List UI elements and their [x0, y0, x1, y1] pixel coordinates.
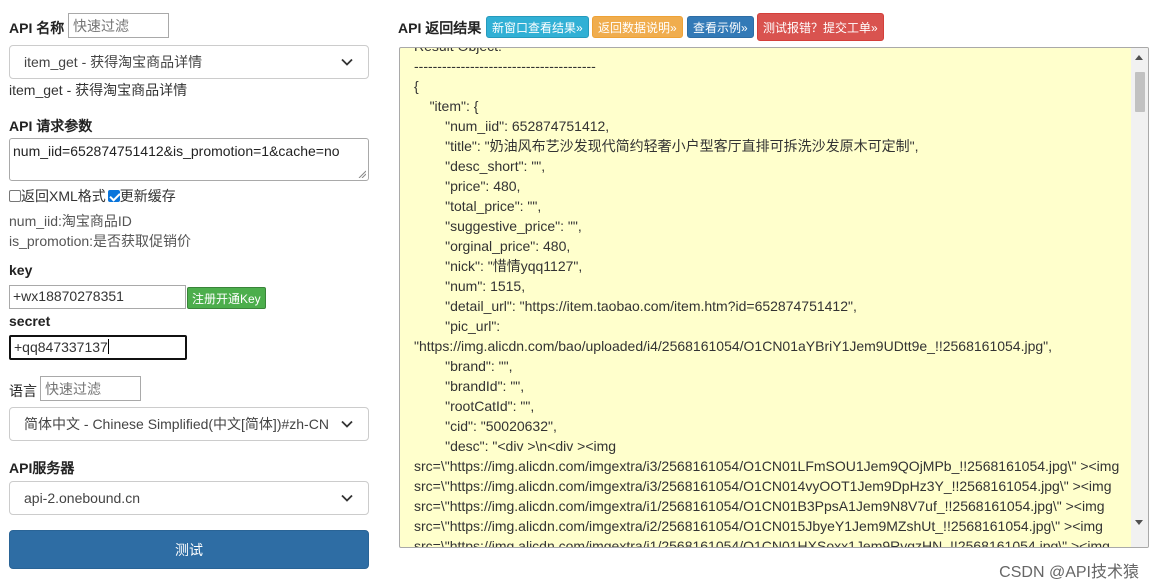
key-input[interactable]: +wx18870278351: [9, 285, 186, 309]
server-label: API服务器: [9, 460, 75, 476]
result-scrollbar[interactable]: [1131, 48, 1148, 547]
text-caret: [107, 339, 109, 354]
result-text: Result Object: -------------------------…: [414, 48, 1120, 547]
param-desc-num-iid: num_iid:淘宝商品ID: [9, 213, 132, 229]
api-name-label: API 名称: [9, 20, 65, 36]
lang-select[interactable]: 简体中文 - Chinese Simplified(中文[简体])#zh-CN: [9, 407, 369, 441]
secret-label: secret: [9, 313, 51, 329]
params-textarea[interactable]: num_iid=652874751412&is_promotion=1&cach…: [9, 138, 369, 181]
chevron-down-icon: [341, 420, 353, 428]
chevron-down-icon: [341, 58, 353, 66]
api-select-value: item_get - 获得淘宝商品详情: [24, 54, 203, 70]
params-label: API 请求参数: [9, 118, 93, 134]
server-select-value: api-2.onebound.cn: [24, 490, 140, 506]
cache-checkbox[interactable]: [107, 190, 120, 202]
xml-checkbox-label: 返回XML格式: [21, 188, 106, 204]
params-value: num_iid=652874751412&is_promotion=1&cach…: [13, 143, 340, 159]
key-value: +wx18870278351: [13, 288, 124, 304]
cache-checkbox-label: 更新缓存: [119, 188, 176, 204]
options-row: 返回XML格式 更新缓存: [9, 186, 176, 206]
scrollbar-thumb[interactable]: [1135, 72, 1145, 112]
api-select[interactable]: item_get - 获得淘宝商品详情: [9, 45, 369, 79]
chevron-down-icon: [341, 494, 353, 502]
scroll-down-icon[interactable]: [1135, 520, 1143, 525]
watermark: CSDN @API技术猿: [999, 564, 1139, 581]
result-scroll-area[interactable]: Result Object: -------------------------…: [414, 48, 1128, 547]
param-desc-promotion: is_promotion:是否获取促销价: [9, 233, 192, 249]
register-key-button[interactable]: 注册开通Key: [187, 287, 266, 309]
api-selected-description: item_get - 获得淘宝商品详情: [9, 82, 188, 98]
api-filter-input[interactable]: [68, 13, 169, 38]
lang-select-value: 简体中文 - Chinese Simplified(中文[简体])#zh-CN: [24, 416, 329, 432]
lang-filter-input[interactable]: [40, 376, 141, 401]
report-error-button[interactable]: 测试报错？提交工单»: [757, 13, 884, 41]
return-docs-button[interactable]: 返回数据说明»: [592, 16, 683, 38]
server-select[interactable]: api-2.onebound.cn: [9, 481, 369, 515]
test-button[interactable]: 测试: [9, 530, 369, 569]
result-label: API 返回结果: [398, 20, 482, 36]
lang-label: 语言: [9, 383, 37, 399]
examples-button[interactable]: 查看示例»: [687, 16, 754, 38]
result-panel[interactable]: Result Object: -------------------------…: [399, 47, 1149, 548]
xml-checkbox[interactable]: [9, 190, 21, 202]
resize-handle-icon[interactable]: [358, 170, 366, 178]
scroll-up-icon[interactable]: [1135, 55, 1143, 60]
secret-value: +qq847337137: [14, 339, 108, 355]
new-window-button[interactable]: 新窗口查看结果»: [486, 16, 589, 38]
secret-input[interactable]: +qq847337137: [9, 335, 187, 360]
key-label: key: [9, 262, 33, 278]
